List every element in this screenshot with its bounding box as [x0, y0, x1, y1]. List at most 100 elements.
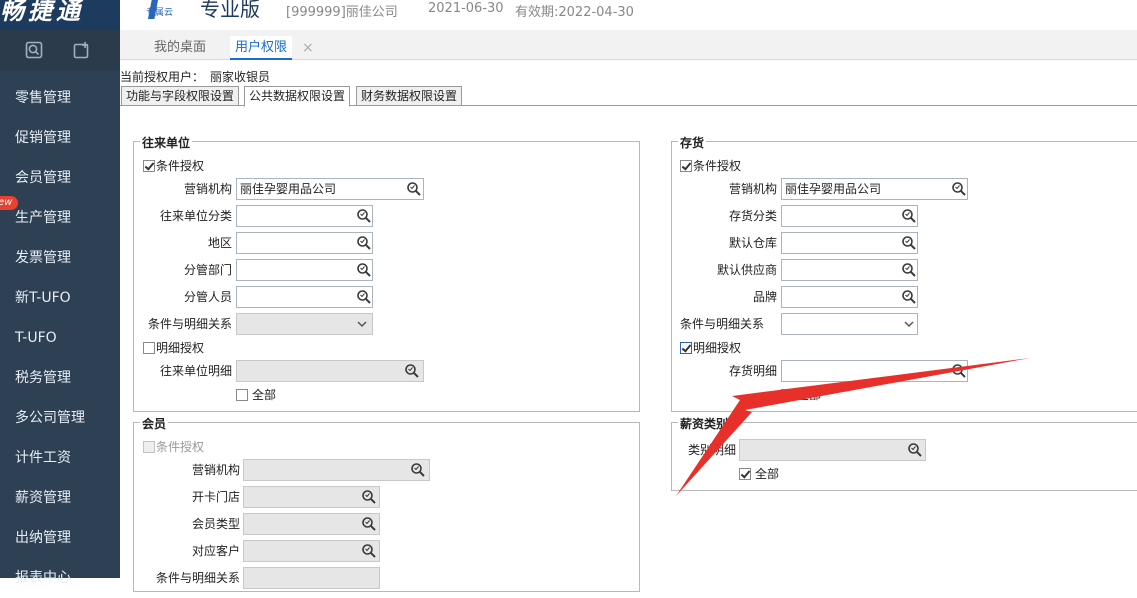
lookup-icon[interactable]: [356, 208, 372, 224]
member-relation-label: 条件与明细关系: [155, 571, 240, 585]
sidebar-item-promotion[interactable]: 促销管理: [0, 118, 120, 158]
lookup-icon[interactable]: [901, 262, 917, 278]
chevron-down-icon[interactable]: [904, 320, 914, 328]
lookup-icon[interactable]: [356, 235, 372, 251]
partner-region-field[interactable]: [236, 232, 373, 254]
sidebar-item-tax[interactable]: 税务管理: [0, 358, 120, 398]
lookup-icon[interactable]: [406, 181, 422, 197]
lookup-icon[interactable]: [361, 516, 377, 532]
tab-finance-data-permission[interactable]: 财务数据权限设置: [356, 86, 463, 106]
partner-staff-label: 分管人员: [183, 290, 232, 304]
inventory-all-checkbox[interactable]: [781, 389, 793, 401]
lookup-icon[interactable]: [356, 289, 372, 305]
partner-detail-field[interactable]: [236, 360, 424, 382]
lookup-icon[interactable]: [951, 181, 967, 197]
inventory-brand-field[interactable]: [781, 286, 918, 308]
sidebar-item-cashier[interactable]: 出纳管理: [0, 518, 120, 558]
tab-my-desktop[interactable]: 我的桌面: [154, 36, 206, 60]
partner-relation-label: 条件与明细关系: [147, 317, 232, 331]
tab-user-permission[interactable]: 用户权限: [230, 36, 293, 60]
inventory-detail-field[interactable]: [781, 360, 968, 382]
inventory-supplier-label: 默认供应商: [716, 263, 777, 277]
chevron-down-icon[interactable]: [357, 320, 367, 328]
partner-group-title: 往来单位: [140, 134, 193, 151]
salary-detail-field[interactable]: [739, 439, 926, 461]
partner-staff-field[interactable]: [236, 286, 373, 308]
edition-title: 专业版: [200, 0, 260, 21]
logo-text: 畅捷通: [0, 0, 84, 25]
tab-function-field-permission[interactable]: 功能与字段权限设置: [121, 86, 240, 106]
lookup-icon[interactable]: [356, 262, 372, 278]
inventory-brand-label: 品牌: [752, 290, 777, 304]
current-user-name: 丽家收银员: [210, 70, 271, 84]
partner-detail-auth-label: 明细授权: [156, 341, 205, 355]
partner-class-label: 往来单位分类: [159, 209, 232, 223]
lookup-icon[interactable]: [404, 363, 420, 379]
lookup-icon[interactable]: [361, 489, 377, 505]
tab-public-data-permission[interactable]: 公共数据权限设置: [244, 86, 351, 107]
lookup-icon[interactable]: [907, 442, 923, 458]
sidebar-toolbar: [0, 30, 120, 70]
inventory-org-field[interactable]: 丽佳孕婴用品公司: [781, 178, 968, 200]
partner-relation-select[interactable]: [236, 313, 373, 335]
partner-dept-field[interactable]: [236, 259, 373, 281]
sidebar-item-retail[interactable]: 零售管理: [0, 78, 120, 118]
inventory-cond-auth-checkbox[interactable]: [680, 160, 692, 172]
inventory-relation-select[interactable]: [781, 313, 918, 335]
sidebar-item-new-t-ufo[interactable]: 新T-UFO: [0, 278, 120, 318]
member-relation-select[interactable]: [243, 567, 380, 589]
sidebar-item-t-ufo[interactable]: T-UFO: [0, 318, 120, 358]
search-icon[interactable]: [25, 41, 43, 59]
partner-org-label: 营销机构: [183, 182, 232, 196]
member-group-title: 会员: [140, 415, 169, 432]
inventory-warehouse-label: 默认仓库: [728, 236, 777, 250]
partner-all-checkbox[interactable]: [236, 389, 248, 401]
sidebar-item-piecework[interactable]: 计件工资: [0, 438, 120, 478]
partner-region-label: 地区: [207, 236, 232, 250]
member-type-field[interactable]: [243, 513, 380, 535]
lookup-icon[interactable]: [901, 208, 917, 224]
inventory-detail-auth-checkbox[interactable]: [680, 342, 692, 354]
partner-detail-auth-checkbox[interactable]: [143, 342, 155, 354]
salary-group-title: 薪资类别: [678, 415, 731, 432]
lookup-icon[interactable]: [901, 235, 917, 251]
company-name: [999999]丽佳公司: [286, 5, 398, 20]
sidebar-item-production[interactable]: 生产管理: [0, 198, 120, 238]
member-store-field[interactable]: [243, 486, 380, 508]
lookup-icon[interactable]: [901, 289, 917, 305]
top-header: 畅捷通 T 专属云 专业版 [999999]丽佳公司 2021-06-30 有效…: [0, 0, 1137, 30]
inventory-class-label: 存货分类: [728, 209, 777, 223]
sidebar-item-member[interactable]: 会员管理: [0, 158, 120, 198]
lookup-icon[interactable]: [361, 543, 377, 559]
sidebar-item-multi-company[interactable]: 多公司管理: [0, 398, 120, 438]
member-cond-auth-checkbox[interactable]: [143, 441, 155, 453]
sidebar-item-salary[interactable]: 薪资管理: [0, 478, 120, 518]
lookup-icon[interactable]: [410, 462, 426, 478]
partner-all-label: 全部: [252, 388, 277, 402]
close-icon[interactable]: ×: [302, 36, 314, 60]
salary-all-checkbox[interactable]: [739, 468, 751, 480]
valid-until: 有效期:2022-04-30: [515, 5, 634, 20]
inventory-cond-auth-label: 条件授权: [693, 159, 742, 173]
inventory-detail-label: 存货明细: [728, 364, 777, 378]
sidebar-item-report[interactable]: 报表中心: [0, 558, 120, 598]
inventory-warehouse-field[interactable]: [781, 232, 918, 254]
partner-dept-label: 分管部门: [183, 263, 232, 277]
member-org-field[interactable]: [243, 459, 430, 481]
partner-class-field[interactable]: [236, 205, 373, 227]
new-window-icon[interactable]: [73, 41, 91, 59]
salary-all-label: 全部: [755, 467, 780, 481]
inventory-class-field[interactable]: [781, 205, 918, 227]
lookup-icon[interactable]: [951, 363, 967, 379]
partner-org-field[interactable]: 丽佳孕婴用品公司: [236, 178, 424, 200]
member-customer-field[interactable]: [243, 540, 380, 562]
member-group: [133, 422, 640, 592]
partner-cond-auth-label: 条件授权: [156, 159, 205, 173]
partner-cond-auth-checkbox[interactable]: [143, 160, 155, 172]
inventory-supplier-field[interactable]: [781, 259, 918, 281]
logo: 畅捷通: [0, 0, 120, 30]
sidebar-item-invoice[interactable]: 发票管理: [0, 238, 120, 278]
partner-detail-label: 往来单位明细: [159, 364, 232, 378]
login-date: 2021-06-30: [428, 1, 504, 16]
inventory-relation-label: 条件与明细关系: [680, 317, 765, 331]
